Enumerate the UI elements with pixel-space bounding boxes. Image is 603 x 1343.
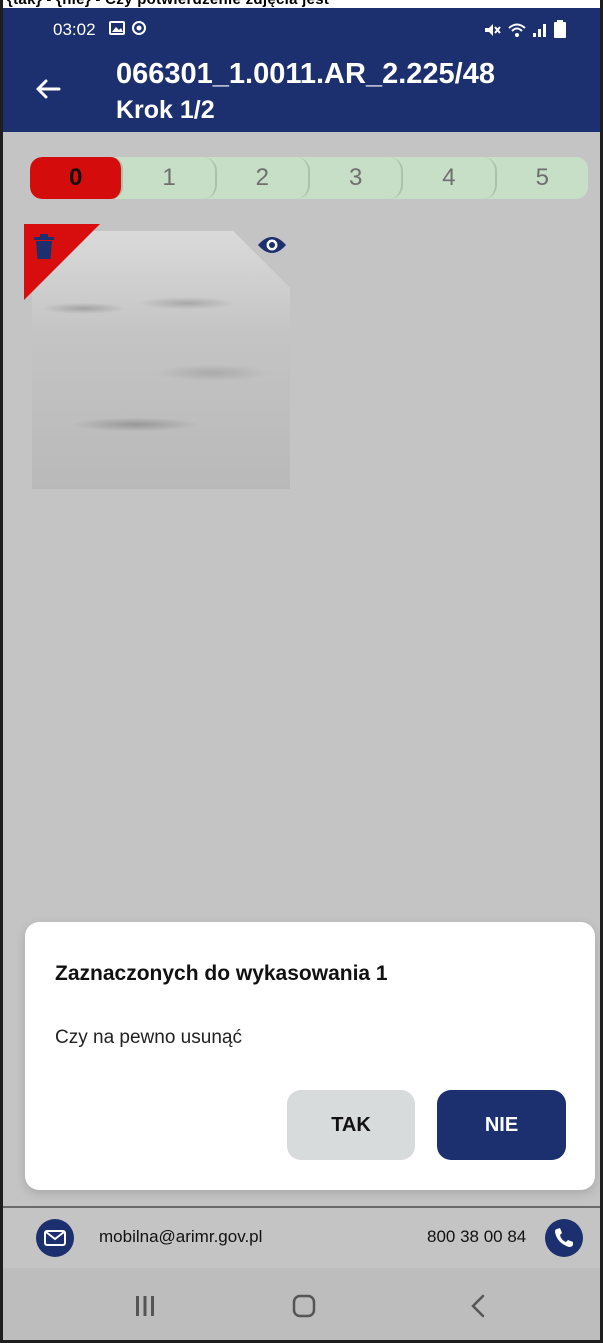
back-nav-icon[interactable] — [458, 1286, 498, 1326]
system-nav-bar — [3, 1268, 600, 1340]
trash-icon[interactable] — [33, 234, 55, 260]
no-button[interactable]: NIE — [437, 1090, 566, 1160]
contact-bar: mobilna@arimr.gov.pl 800 38 00 84 — [3, 1208, 600, 1268]
step-tab-0[interactable]: 0 — [30, 157, 124, 199]
status-time: 03:02 — [53, 20, 96, 39]
page-subtitle: Krok 1/2 — [116, 96, 215, 124]
recent-apps-icon[interactable] — [125, 1286, 165, 1326]
cropped-caption: {tak} - {nie} - Czy potwierdzenie zdjęci… — [3, 0, 600, 8]
yes-button[interactable]: TAK — [287, 1090, 415, 1160]
status-bar: 03:02 — [3, 8, 600, 48]
step-tabs: 0 1 2 3 4 5 — [30, 157, 588, 199]
phone-icon[interactable] — [545, 1219, 583, 1257]
step-tab-2[interactable]: 2 — [217, 157, 310, 199]
home-icon[interactable] — [284, 1286, 324, 1326]
app-bar: 03:02 066301_1.0011.AR_2.225/48 Krok 1/2 — [3, 8, 600, 132]
phone-frame: {tak} - {nie} - Czy potwierdzenie zdjęci… — [0, 0, 603, 1343]
contact-phone[interactable]: 800 38 00 84 — [427, 1227, 526, 1247]
step-tab-1[interactable]: 1 — [123, 157, 217, 199]
dialog-message: Czy na pewno usunąć — [55, 1027, 242, 1048]
back-arrow-icon[interactable] — [33, 74, 63, 104]
status-right-icons — [483, 20, 566, 42]
main-content: 0 1 2 3 4 5 Zaznaczonych do wykasowania … — [3, 132, 600, 1206]
contact-email[interactable]: mobilna@arimr.gov.pl — [99, 1227, 262, 1247]
dialog-title: Zaznaczonych do wykasowania 1 — [55, 962, 388, 985]
mute-icon — [485, 24, 502, 36]
step-tab-4[interactable]: 4 — [403, 157, 497, 199]
battery-icon — [554, 20, 566, 38]
eye-icon[interactable] — [257, 234, 287, 256]
mail-icon[interactable] — [36, 1219, 74, 1257]
step-tab-5[interactable]: 5 — [497, 157, 588, 199]
location-icon — [131, 20, 147, 41]
page-title: 066301_1.0011.AR_2.225/48 — [116, 58, 495, 90]
photo-thumbnail[interactable] — [24, 224, 291, 492]
step-tab-3[interactable]: 3 — [310, 157, 404, 199]
cropped-caption-text: {tak} - {nie} - Czy potwierdzenie zdjęci… — [7, 0, 329, 8]
image-icon — [109, 20, 125, 41]
signal-icon — [532, 24, 546, 37]
wifi-icon — [507, 23, 526, 37]
delete-confirm-dialog: Zaznaczonych do wykasowania 1 Czy na pew… — [25, 922, 595, 1190]
